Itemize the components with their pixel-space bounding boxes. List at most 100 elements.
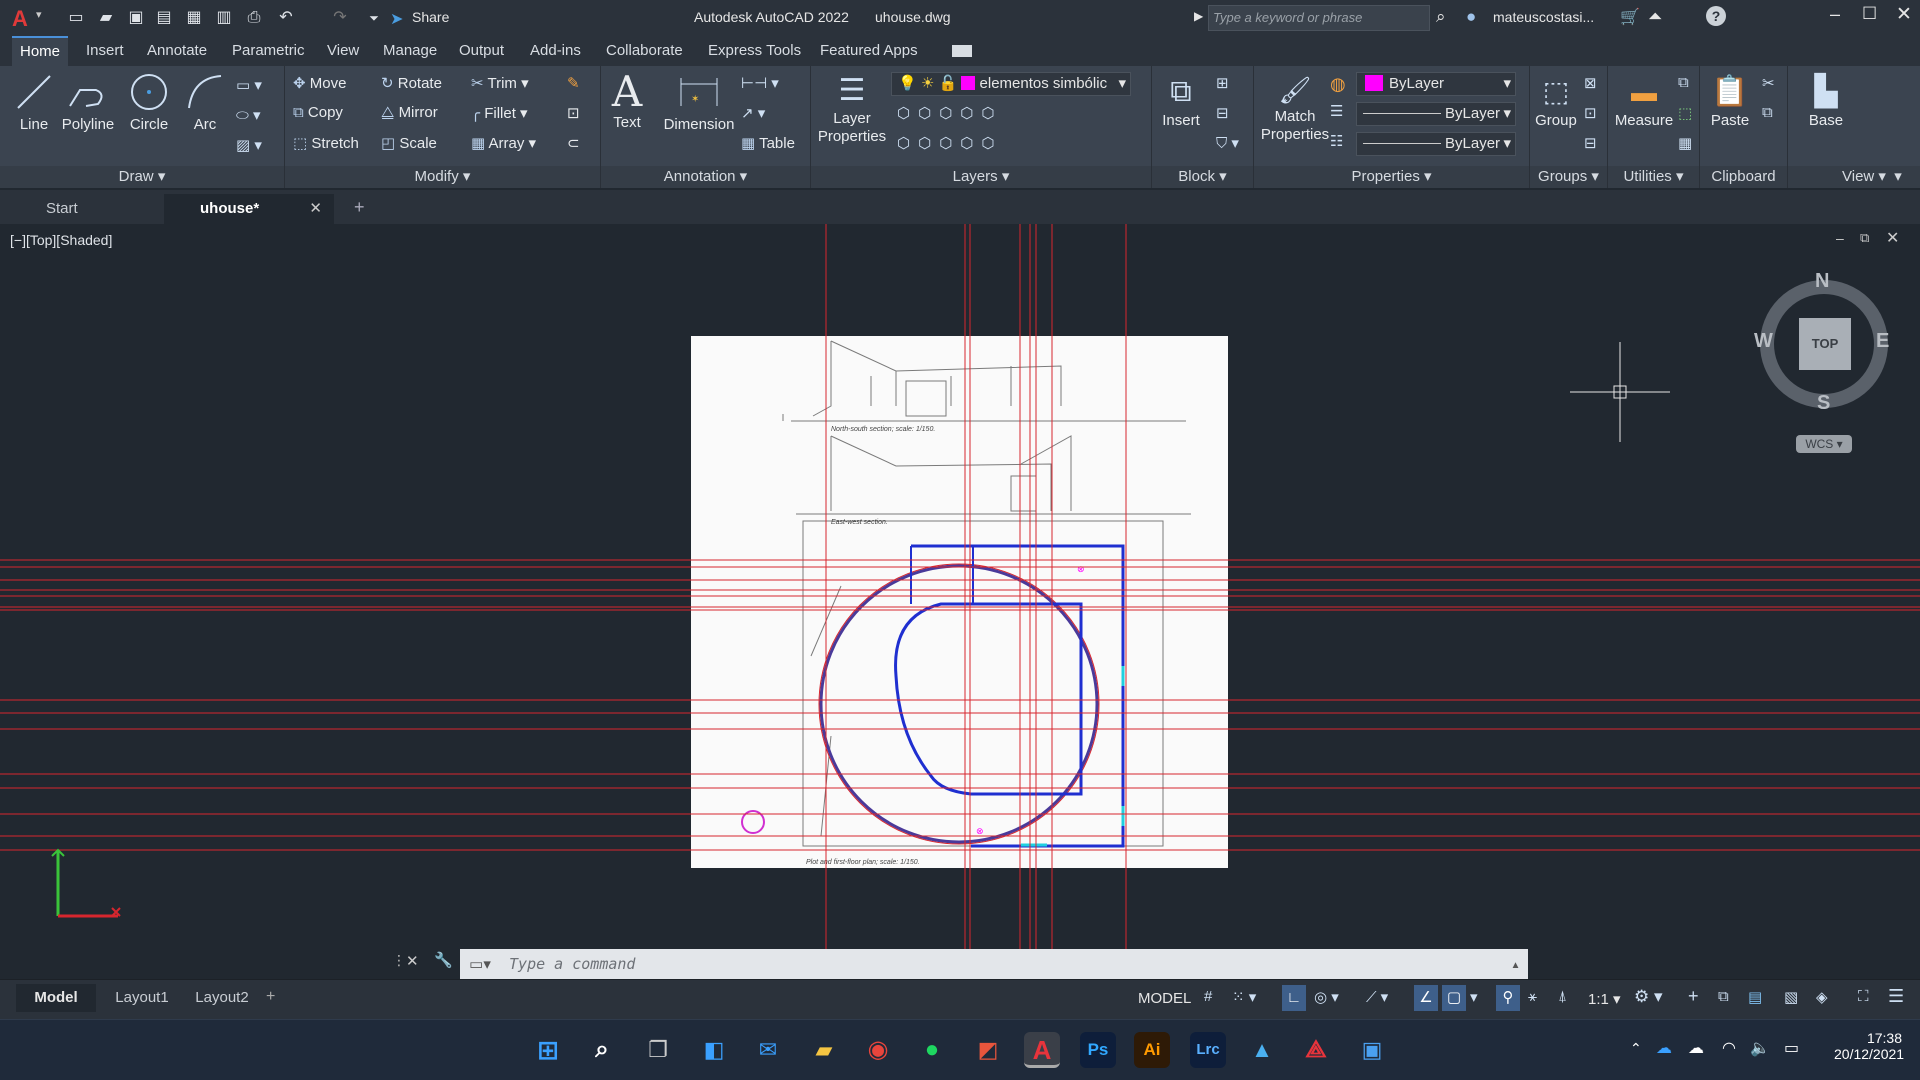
layout-tab-layout2[interactable]: Layout2 [182, 984, 262, 1012]
tab-collaborate[interactable]: Collaborate [598, 36, 691, 66]
tab-insert[interactable]: Insert [78, 36, 132, 66]
clipboard-panel-title[interactable]: Clipboard [1700, 166, 1787, 188]
layers-panel-title[interactable]: Layers ▾ [811, 166, 1151, 188]
annotation-visibility-icon[interactable]: ⚲ [1496, 985, 1520, 1011]
rotate-button[interactable]: ↻ Rotate [381, 74, 442, 92]
autodesk-account-icon[interactable]: ⏶ [1648, 6, 1662, 27]
annotation-scale-icon[interactable]: ⍋ [1558, 988, 1567, 1005]
command-history-icon[interactable]: ▭▾ [460, 950, 500, 980]
group-select-icon[interactable]: ⊟ [1584, 134, 1597, 152]
start-tab[interactable]: Start [10, 194, 180, 224]
mail-icon[interactable]: ✉ [750, 1032, 786, 1068]
hatch-icon[interactable]: ▨ ▾ [236, 136, 262, 154]
lineweight-dropdown[interactable]: ByLayer ▾ [1356, 132, 1516, 156]
layer-dropdown[interactable]: 💡 ☀ 🔓 elementos simbólic ▾ [891, 72, 1131, 96]
match-properties-button[interactable]: 🖌 Match Properties [1256, 72, 1334, 144]
compass-south[interactable]: S [1817, 392, 1830, 415]
save-icon[interactable]: ▣ [126, 8, 146, 28]
object-snap-icon[interactable]: ▢ [1442, 985, 1466, 1011]
block-attributes-icon[interactable]: ⛉ ▾ [1216, 134, 1239, 152]
battery-icon[interactable]: ▭ [1784, 1038, 1799, 1058]
utilities-panel-title[interactable]: Utilities ▾ [1608, 166, 1699, 188]
compass-east[interactable]: E [1876, 330, 1889, 353]
command-input[interactable]: Type a command [509, 955, 635, 973]
clock[interactable]: 17:38 20/12/2021 [1834, 1030, 1904, 1062]
scale-button[interactable]: ◰ Scale [381, 134, 437, 152]
save-web-icon[interactable]: ▥ [214, 8, 234, 28]
layer-tools-row1-icon[interactable]: ⬡⬡⬡⬡⬡ [897, 104, 1002, 122]
leader-icon[interactable]: ↗ ▾ [741, 104, 765, 122]
move-button[interactable]: ✥ Move [293, 74, 346, 92]
maximize-icon[interactable]: ☐ [1862, 4, 1877, 24]
tab-featured-apps[interactable]: Featured Apps [812, 36, 926, 66]
tab-output[interactable]: Output [451, 36, 512, 66]
ribbon-toggle-icon[interactable] [952, 45, 972, 57]
polyline-button[interactable]: Polyline [60, 72, 116, 133]
tab-add-ins[interactable]: Add-ins [522, 36, 589, 66]
widgets-icon[interactable]: ◧ [696, 1032, 732, 1068]
app-window-icon[interactable]: ▣ [1354, 1032, 1390, 1068]
command-customize-icon[interactable]: 🔧 [434, 951, 453, 969]
chrome-icon[interactable]: ◉ [860, 1032, 896, 1068]
annotation-scale-value[interactable]: 1:1 ▾ [1588, 990, 1621, 1008]
quick-select-icon[interactable]: ⧉ [1678, 74, 1689, 91]
search-expand-icon[interactable]: ▶ [1194, 9, 1203, 23]
photos-icon[interactable]: ▲ [1244, 1032, 1280, 1068]
grid-icon[interactable]: # [1204, 988, 1212, 1005]
select-all-icon[interactable]: ⬚ [1678, 104, 1692, 122]
ungroup-icon[interactable]: ⊠ [1584, 74, 1597, 92]
cloud-icon[interactable]: ☁ [1688, 1038, 1704, 1058]
annotation-monitor-icon[interactable]: + [1688, 986, 1699, 1007]
polar-icon[interactable]: ◎ ▾ [1314, 988, 1339, 1006]
cut-icon[interactable]: ✂ [1762, 74, 1775, 92]
layer-properties-button[interactable]: ☰ Layer Properties [815, 72, 889, 146]
properties-panel-title[interactable]: Properties ▾ [1254, 166, 1529, 188]
status-menu-icon[interactable]: ☰ [1888, 986, 1904, 1007]
redo-icon[interactable]: ↷ [330, 8, 350, 28]
table-button[interactable]: ▦ Table [741, 134, 795, 152]
layer-tools-row2-icon[interactable]: ⬡⬡⬡⬡⬡ [897, 134, 1002, 152]
trim-button[interactable]: ✂ Trim ▾ [471, 74, 529, 92]
fillet-button[interactable]: ╭ Fillet ▾ [471, 104, 528, 122]
tab-manage[interactable]: Manage [375, 36, 445, 66]
save-as-icon[interactable]: ▤ [154, 8, 174, 28]
units-icon[interactable]: ⧉ [1718, 988, 1729, 1005]
isodraft-icon[interactable]: ⟋ ▾ [1366, 988, 1388, 1006]
tab-annotate[interactable]: Annotate [139, 36, 215, 66]
uhouse-tab[interactable]: uhouse* ✕ [164, 194, 334, 224]
volume-icon[interactable]: 🔈 [1750, 1038, 1770, 1058]
lock-ui-icon[interactable]: ▧ [1784, 988, 1798, 1006]
isolate-objects-icon[interactable]: ◈ [1816, 988, 1828, 1006]
color-dropdown[interactable]: ByLayer ▾ [1356, 72, 1516, 96]
cart-icon[interactable]: 🛒 [1620, 7, 1640, 27]
group-edit-icon[interactable]: ⊡ [1584, 104, 1597, 122]
command-close-icon[interactable]: ✕ [406, 952, 419, 970]
insert-button[interactable]: ⧉ Insert [1156, 72, 1206, 129]
command-grip-icon[interactable]: ⋮ [392, 952, 406, 969]
lightroom-icon[interactable]: Lrc [1190, 1032, 1226, 1068]
customize-toolbar-icon[interactable]: ⏷ [364, 8, 384, 28]
acrobat-icon[interactable]: ⟁ [1298, 1032, 1334, 1068]
windows-start-icon[interactable]: ⊞ [530, 1032, 566, 1068]
autocad-taskbar-icon[interactable]: A [1024, 1032, 1060, 1068]
clean-screen-icon[interactable]: ⛶ [1858, 988, 1869, 1005]
object-snap-menu-icon[interactable]: ▾ [1470, 988, 1478, 1006]
wifi-icon[interactable]: ◠ [1722, 1038, 1736, 1058]
search-input[interactable]: Type a keyword or phrase [1208, 5, 1430, 31]
close-icon[interactable]: ✕ [1896, 3, 1912, 26]
viewcube-top-face[interactable]: TOP [1799, 318, 1851, 370]
block-panel-title[interactable]: Block ▾ [1152, 166, 1253, 188]
open-web-icon[interactable]: ▦ [184, 8, 204, 28]
tray-chevron-icon[interactable]: ⌃ [1630, 1040, 1642, 1057]
onedrive-icon[interactable]: ☁ [1656, 1038, 1672, 1058]
app-menu-chevron-icon[interactable]: ▾ [36, 8, 42, 21]
circle-button[interactable]: Circle [124, 72, 174, 133]
offset-icon[interactable]: ⊂ [567, 134, 580, 152]
compass-north[interactable]: N [1815, 270, 1829, 293]
share-icon[interactable]: ➤ [390, 9, 403, 29]
command-expand-icon[interactable]: ▴ [1511, 949, 1520, 979]
erase-icon[interactable]: ✎ [567, 74, 580, 92]
object-snap-tracking-icon[interactable]: ∠ [1414, 985, 1438, 1011]
new-tab-icon[interactable]: + [354, 197, 365, 218]
wcs-button[interactable]: WCS ▾ [1796, 435, 1852, 453]
